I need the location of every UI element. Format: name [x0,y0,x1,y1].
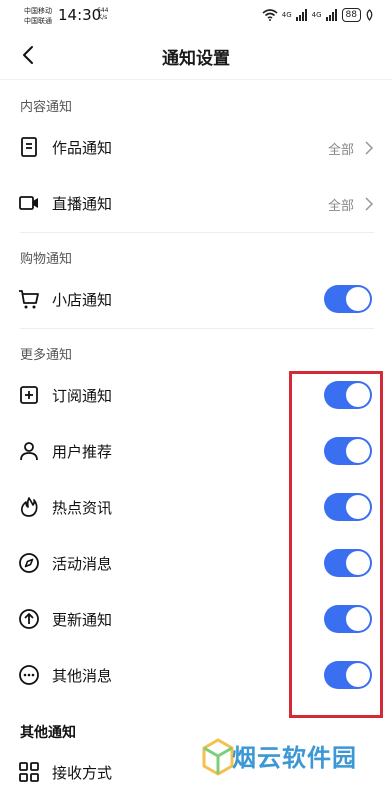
row-shop-notification: 小店通知 [0,271,392,327]
row-label: 接收方式 [52,764,113,782]
row-value: 全部 [327,143,354,158]
carrier-2: 中国联通 [24,17,52,25]
speed-unit: K/s [98,14,108,21]
compass-icon [19,553,39,573]
speed-value: 644 [97,7,109,14]
chevron-right-icon [365,141,374,155]
network-type-1: 4G [281,11,292,19]
row-live-notification[interactable]: 直播通知 全部 [0,175,392,231]
signal-icon [295,9,307,21]
page-title: 通知设置 [162,49,230,69]
plus-square-icon [20,386,38,404]
cart-icon [19,290,39,309]
row-value: 全部 [327,199,354,214]
carrier-1: 中国移动 [24,7,52,15]
grid-icon [19,762,39,782]
row-label: 小店通知 [52,291,113,309]
network-speed: 644 K/s [97,7,108,21]
document-icon [21,137,37,157]
row-label: 用户推荐 [52,443,113,461]
section-other-title: 其他通知 [20,725,76,741]
flame-icon [20,497,38,517]
video-camera-icon [19,196,38,210]
row-label: 订阅通知 [52,387,113,405]
header-divider [0,79,392,80]
row-label: 直播通知 [52,195,113,213]
toggle-knob [346,287,370,311]
section-divider [20,232,374,233]
carrier-labels: 中国移动 中国联通 [24,6,52,26]
leaf-icon [366,9,373,21]
person-icon [20,442,38,461]
network-type-2: 4G [311,11,322,19]
row-label: 作品通知 [52,139,113,157]
wifi-icon [262,9,278,21]
clock: 14:30 [58,6,102,24]
section-divider [20,328,374,329]
ellipsis-circle-icon [19,665,39,685]
shop-notification-toggle[interactable] [324,285,372,313]
section-more-title: 更多通知 [20,348,73,363]
battery-indicator: 88 [341,8,361,22]
signal-icon-2 [325,9,337,21]
highlight-annotation-box [289,371,383,718]
arrow-up-circle-icon [19,609,39,629]
status-bar: 中国移动 中国联通 14:30 644 K/s 4G 4G 88 [0,0,392,32]
page-header: 通知设置 [0,32,392,80]
row-label: 其他消息 [52,667,113,685]
row-label: 热点资讯 [52,499,113,517]
watermark-text: 烟云软件园 [232,744,357,772]
row-label: 活动消息 [52,555,113,573]
section-content-title: 内容通知 [20,100,73,115]
section-shopping-title: 购物通知 [20,252,73,267]
row-works-notification[interactable]: 作品通知 全部 [0,119,392,175]
row-label: 更新通知 [52,611,113,629]
chevron-right-icon [365,197,374,211]
status-icons: 4G 4G 88 [262,8,374,22]
